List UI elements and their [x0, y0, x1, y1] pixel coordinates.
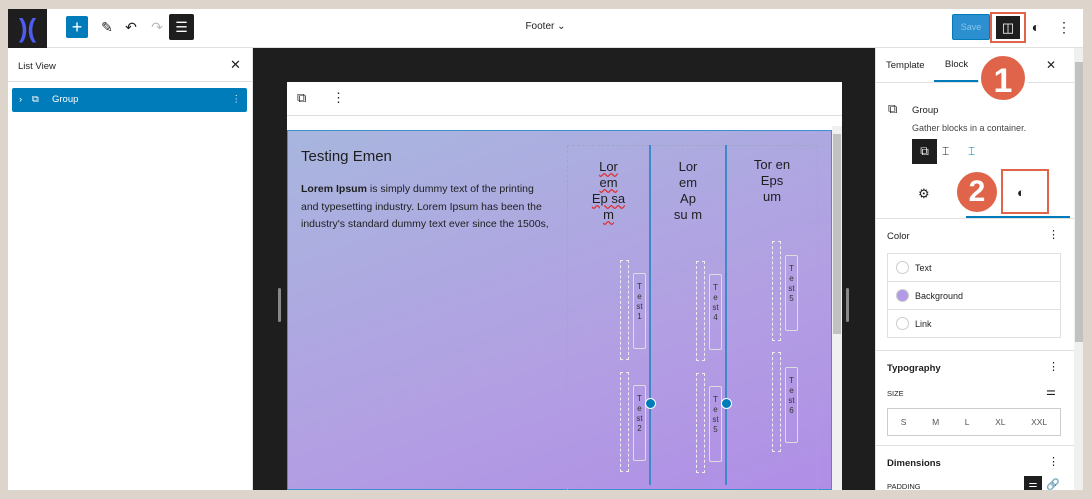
column-title: Lor em Ep sa m — [591, 159, 626, 222]
settings-sidebar: Template Block ✕ ⧉ Group Gather blocks i… — [875, 48, 1083, 490]
padding-label: PADDING — [887, 482, 921, 490]
font-size-picker[interactable]: S M L XL XXL — [887, 408, 1061, 436]
typography-options-icon[interactable]: ⋮ — [1048, 360, 1059, 373]
size-l[interactable]: L — [965, 417, 970, 427]
color-section-title: Color — [887, 231, 910, 242]
dimensions-options-icon[interactable]: ⋮ — [1048, 455, 1059, 468]
size-label: SIZE — [887, 389, 904, 398]
styles-contrast-icon[interactable]: ◐ — [1026, 16, 1046, 38]
color-list: Text Background Link — [887, 253, 1061, 338]
annotation-badge-1: 1 — [978, 53, 1028, 103]
column-resize-handle[interactable] — [721, 398, 732, 409]
chevron-right-icon[interactable]: › — [19, 88, 22, 112]
document-title[interactable]: Footer ⌄ — [8, 21, 1083, 32]
para-bold: Lorem Ipsum — [301, 183, 367, 195]
size-settings-icon[interactable]: ⚌ — [1046, 385, 1056, 398]
block-description: Gather blocks in a container. — [912, 123, 1027, 133]
doc-title-text: Footer — [525, 21, 555, 32]
settings-sidebar-icon[interactable]: ◫ — [996, 16, 1020, 39]
block-toolbar: ⧉ ⋮ — [287, 82, 842, 116]
column-title: Lor em Ap su m — [673, 159, 703, 222]
annotation-box-2 — [1001, 169, 1049, 214]
group-icon[interactable]: ⧉ — [297, 90, 306, 106]
vertical-text-block[interactable]: Test2 — [633, 385, 646, 461]
swatch-background-icon — [896, 289, 909, 302]
scrollbar[interactable] — [832, 126, 842, 490]
sidebar-scrollbar[interactable] — [1074, 48, 1083, 490]
tab-template[interactable]: Template — [886, 60, 925, 71]
close-icon[interactable]: ✕ — [230, 57, 241, 73]
resize-handle-right[interactable] — [846, 288, 849, 322]
vertical-text-block[interactable]: Test5 — [709, 386, 722, 462]
column-title: Tor en Eps um — [753, 157, 791, 204]
list-view-title: List View — [18, 61, 56, 72]
item-options-icon[interactable]: ⋮ — [232, 88, 242, 112]
list-item-label: Group — [52, 94, 79, 105]
group-variation-icon[interactable]: ⧉ — [912, 139, 937, 164]
save-button[interactable]: Save — [952, 14, 990, 40]
editor-canvas: ⧉ ⋮ Testing Emen Lorem Ipsum is simply d… — [253, 48, 875, 490]
row-variation-icon[interactable]: ⌶ — [942, 144, 949, 159]
canvas-frame: ⧉ ⋮ Testing Emen Lorem Ipsum is simply d… — [287, 82, 842, 490]
paragraph[interactable]: Lorem Ipsum is simply dummy text of the … — [301, 181, 551, 234]
swatch-empty-icon — [896, 317, 909, 330]
heading[interactable]: Testing Emen — [301, 148, 392, 165]
column-resize-handle[interactable] — [645, 398, 656, 409]
size-xl[interactable]: XL — [995, 417, 1005, 427]
styles-tab-icon[interactable]: ◐ — [1017, 185, 1025, 200]
color-text[interactable]: Text — [888, 254, 1060, 282]
group-icon: ⧉ — [888, 101, 898, 116]
more-options-icon[interactable]: ⋮ — [1054, 16, 1074, 38]
list-item-group[interactable]: › ⧉ Group ⋮ — [12, 88, 247, 112]
link-icon[interactable]: 🔗 — [1046, 478, 1060, 490]
typography-title: Typography — [887, 363, 941, 374]
color-options-icon[interactable]: ⋮ — [1048, 228, 1059, 241]
color-link[interactable]: Link — [888, 310, 1060, 338]
group-block[interactable]: Testing Emen Lorem Ipsum is simply dummy… — [287, 130, 832, 490]
block-name: Group — [912, 105, 939, 116]
close-icon[interactable]: ✕ — [1046, 58, 1056, 72]
annotation-badge-2: 2 — [954, 169, 1000, 215]
list-view-panel: List View ✕ › ⧉ Group ⋮ — [8, 48, 253, 490]
vertical-text-block[interactable]: Test1 — [633, 273, 646, 349]
block-options-icon[interactable]: ⋮ — [332, 90, 345, 106]
resize-handle-left[interactable] — [278, 288, 281, 322]
size-s[interactable]: S — [901, 417, 907, 427]
padding-custom-icon[interactable]: ⚌ — [1024, 476, 1042, 490]
tab-block[interactable]: Block — [934, 48, 979, 82]
swatch-empty-icon — [896, 261, 909, 274]
stack-variation-icon[interactable]: ⌶ — [968, 144, 975, 159]
vertical-text-block[interactable]: Test6 — [785, 367, 798, 443]
settings-gear-icon[interactable]: ⚙ — [918, 186, 930, 202]
chevron-down-icon: ⌄ — [557, 21, 566, 32]
dimensions-title: Dimensions — [887, 458, 941, 469]
vertical-text-block[interactable]: Test4 — [709, 274, 722, 350]
color-background[interactable]: Background — [888, 282, 1060, 310]
group-icon: ⧉ — [32, 94, 39, 105]
top-toolbar: )( + ✎ ↶ ↷ ☰ Footer ⌄ Save ◫ ◐ ⋮ — [8, 9, 1083, 48]
size-xxl[interactable]: XXL — [1031, 417, 1047, 427]
size-m[interactable]: M — [932, 417, 939, 427]
vertical-text-block[interactable]: Test5 — [785, 255, 798, 331]
site-editor: )( + ✎ ↶ ↷ ☰ Footer ⌄ Save ◫ ◐ ⋮ List Vi… — [8, 9, 1083, 490]
